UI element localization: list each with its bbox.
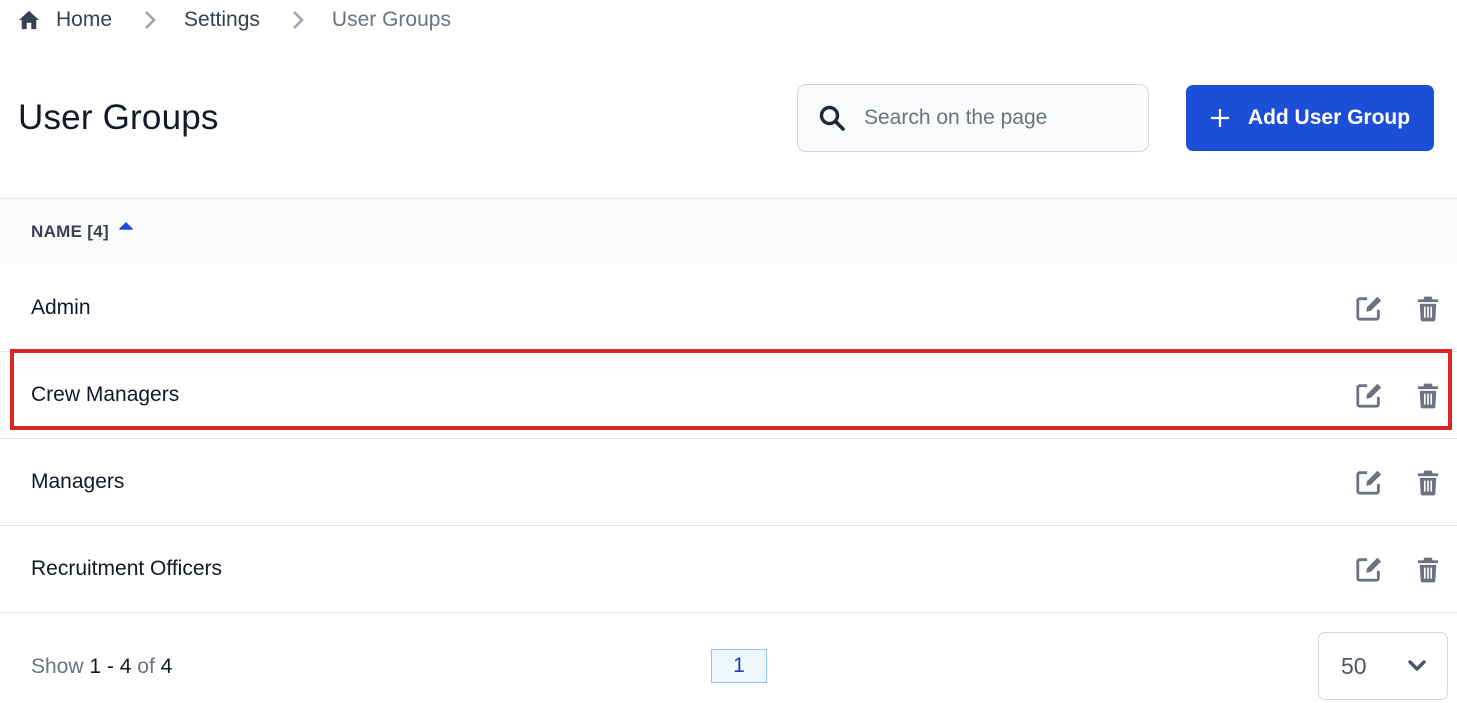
trash-icon[interactable]: [1413, 380, 1443, 410]
chevron-right-icon: [292, 10, 304, 30]
range-separator: -: [106, 655, 114, 678]
column-header-label: NAME [4]: [31, 222, 109, 241]
search-input[interactable]: [864, 106, 1124, 130]
breadcrumb-home[interactable]: Home: [56, 8, 112, 32]
table-row[interactable]: Admin: [0, 265, 1457, 352]
show-label: Show: [31, 655, 84, 678]
user-groups-table: NAME [4] Admin Crew Managers Managers Re…: [0, 198, 1457, 613]
pagination-range: Show 1 - 4 of 4: [31, 655, 172, 679]
plus-icon: [1210, 108, 1230, 128]
edit-icon[interactable]: [1354, 554, 1384, 584]
column-header-name[interactable]: NAME [4]: [31, 222, 133, 242]
group-name: Crew Managers: [31, 383, 180, 406]
page-title: User Groups: [18, 98, 219, 137]
group-name: Recruitment Officers: [31, 557, 222, 580]
range-end: 4: [119, 655, 132, 678]
range-total: 4: [160, 655, 173, 678]
breadcrumb: Home Settings User Groups: [18, 6, 451, 34]
search-icon: [818, 104, 846, 132]
breadcrumb-current: User Groups: [331, 8, 451, 31]
trash-icon[interactable]: [1413, 554, 1443, 584]
trash-icon[interactable]: [1413, 293, 1443, 323]
group-name: Managers: [31, 470, 125, 493]
range-start: 1: [89, 655, 102, 678]
pagination-footer: Show 1 - 4 of 4 1 50: [0, 612, 1457, 703]
sort-ascending-icon: [119, 221, 133, 231]
of-label: of: [137, 655, 155, 678]
table-row[interactable]: Recruitment Officers: [0, 526, 1457, 613]
table-header: NAME [4]: [0, 198, 1457, 265]
table-row[interactable]: Managers: [0, 439, 1457, 526]
search-box[interactable]: [797, 84, 1149, 152]
trash-icon[interactable]: [1413, 467, 1443, 497]
add-user-group-button[interactable]: Add User Group: [1186, 85, 1434, 151]
page-button-1[interactable]: 1: [711, 649, 767, 683]
breadcrumb-settings[interactable]: Settings: [184, 8, 260, 32]
chevron-right-icon: [144, 10, 156, 30]
edit-icon[interactable]: [1354, 380, 1384, 410]
chevron-down-icon: [1407, 659, 1427, 673]
edit-icon[interactable]: [1354, 467, 1384, 497]
table-row[interactable]: Crew Managers: [0, 352, 1457, 439]
home-icon[interactable]: [18, 10, 40, 30]
page-size-value: 50: [1341, 652, 1367, 679]
add-user-group-label: Add User Group: [1247, 106, 1411, 129]
page-size-select[interactable]: 50: [1318, 632, 1448, 700]
edit-icon[interactable]: [1354, 293, 1384, 323]
group-name: Admin: [31, 296, 91, 319]
